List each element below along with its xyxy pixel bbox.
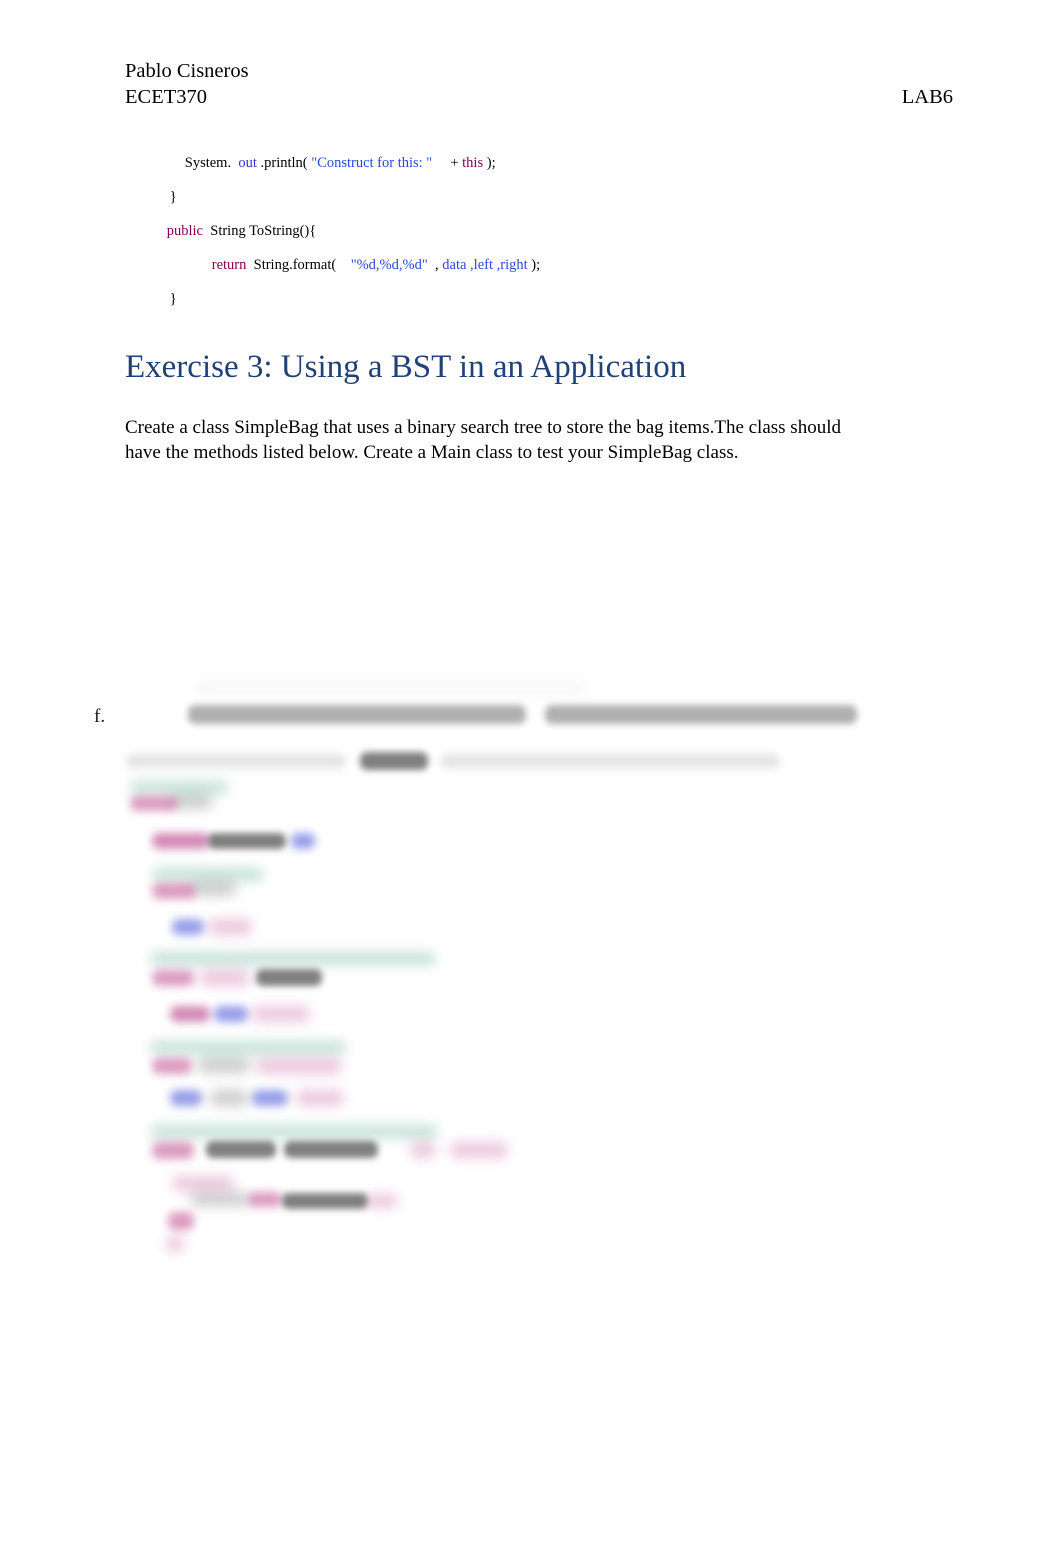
code-token-string-literal: "Construct for this: " bbox=[311, 155, 433, 171]
code-line: } bbox=[125, 274, 955, 308]
blurred-text-bar bbox=[172, 1176, 234, 1191]
blurred-text-bar bbox=[252, 1090, 288, 1106]
code-token-right: ,right bbox=[496, 257, 528, 273]
code-token-closing-brace: } bbox=[169, 291, 177, 307]
blurred-text-bar bbox=[126, 754, 346, 768]
blurred-text-bar bbox=[256, 1058, 342, 1074]
blurred-text-bar bbox=[208, 919, 252, 935]
blurred-text-bar bbox=[170, 1090, 202, 1106]
blurred-text-bar bbox=[130, 781, 228, 794]
blurred-text-bar bbox=[248, 1192, 282, 1207]
blurred-text-bar bbox=[206, 1141, 276, 1158]
blurred-text-bar bbox=[150, 952, 436, 965]
lab-label: LAB6 bbox=[901, 86, 953, 108]
code-token-return: return bbox=[211, 257, 247, 273]
blurred-text-bar bbox=[256, 969, 322, 986]
code-token-left: ,left bbox=[470, 257, 493, 273]
blurred-text-bar bbox=[152, 868, 264, 881]
blurred-text-bar bbox=[152, 970, 194, 986]
blurred-text-bar bbox=[360, 752, 428, 770]
blurred-text-bar bbox=[166, 1236, 184, 1252]
blurred-text-bar bbox=[545, 705, 857, 724]
code-token-string-format: String.format( bbox=[253, 257, 337, 273]
document-page: Pablo Cisneros ECET370 LAB6 System. out … bbox=[0, 0, 1062, 1556]
blurred-text-bar bbox=[366, 1194, 398, 1208]
code-token-format-string: "%d,%d,%d" bbox=[350, 257, 428, 273]
page-title: Exercise 3: Using a BST in an Applicatio… bbox=[125, 349, 687, 385]
blurred-text-bar bbox=[291, 833, 315, 849]
header-author-line: Pablo Cisneros bbox=[125, 58, 953, 84]
blurred-text-bar bbox=[252, 1006, 310, 1022]
code-token-data: data bbox=[442, 257, 467, 273]
blurred-text-bar bbox=[410, 1142, 436, 1158]
code-line: return String.format( "%d,%d,%d" , data … bbox=[125, 240, 955, 274]
blurred-text-bar bbox=[450, 1142, 508, 1158]
blurred-text-bar bbox=[192, 881, 236, 896]
code-token-this: this bbox=[462, 155, 484, 171]
list-item-marker-f: f. bbox=[94, 706, 106, 727]
blurred-text-bar bbox=[440, 754, 780, 768]
blurred-text-bar bbox=[152, 1142, 194, 1159]
blurred-text-bar bbox=[152, 833, 210, 849]
code-line: } bbox=[125, 172, 955, 206]
header-course-line: ECET370 LAB6 bbox=[125, 84, 953, 110]
blurred-text-bar bbox=[168, 1212, 194, 1230]
course-code: ECET370 bbox=[125, 86, 207, 108]
code-token-plus: + bbox=[450, 155, 459, 171]
blurred-text-bar bbox=[195, 684, 585, 691]
blurred-text-bar bbox=[188, 705, 526, 724]
code-snippet: System. out .println( "Construct for thi… bbox=[125, 138, 955, 308]
blurred-text-bar bbox=[208, 833, 286, 849]
blurred-text-bar bbox=[172, 794, 212, 809]
blurred-text-bar bbox=[214, 1006, 248, 1022]
blurred-text-bar bbox=[170, 1006, 210, 1022]
code-token-public: public bbox=[166, 223, 203, 239]
blurred-text-bar bbox=[152, 1058, 192, 1074]
blurred-text-bar bbox=[152, 883, 196, 899]
code-token-method-signature: String ToString(){ bbox=[210, 223, 317, 239]
code-line: public String ToString(){ bbox=[125, 206, 955, 240]
blurred-text-bar bbox=[130, 796, 178, 811]
blurred-text-bar bbox=[150, 1041, 346, 1054]
code-token-out: out bbox=[238, 155, 257, 171]
blurred-text-bar bbox=[198, 1057, 250, 1073]
code-token-close: ); bbox=[486, 155, 496, 171]
blurred-text-bar bbox=[296, 1090, 344, 1106]
blurred-text-bar bbox=[150, 1125, 438, 1138]
code-line: System. out .println( "Construct for thi… bbox=[125, 138, 955, 172]
blurred-text-bar bbox=[190, 1192, 250, 1206]
blurred-text-bar bbox=[284, 1141, 378, 1158]
blurred-text-bar bbox=[172, 919, 204, 935]
author-name: Pablo Cisneros bbox=[125, 60, 249, 82]
code-token-close: ); bbox=[531, 257, 541, 273]
code-token-system: System. bbox=[184, 155, 232, 171]
blurred-text-bar bbox=[210, 1090, 248, 1106]
blurred-text-bar bbox=[282, 1193, 368, 1209]
document-header: Pablo Cisneros ECET370 LAB6 bbox=[125, 58, 953, 110]
code-token-println: .println( bbox=[260, 155, 308, 171]
code-token-closing-brace: } bbox=[169, 189, 177, 205]
exercise-description: Create a class SimpleBag that uses a bin… bbox=[125, 417, 841, 463]
blurred-text-bar bbox=[200, 970, 250, 986]
